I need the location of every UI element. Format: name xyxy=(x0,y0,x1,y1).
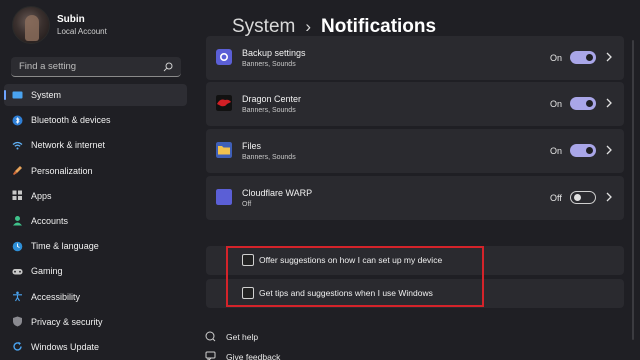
profile-name: Subin xyxy=(57,13,85,25)
sidebar-item-privacy-security[interactable]: Privacy & security xyxy=(4,311,187,333)
app-name: Backup settings xyxy=(242,48,306,58)
apps-icon xyxy=(12,190,22,201)
app-name: Dragon Center xyxy=(242,94,302,104)
app-subtitle: Banners, Sounds xyxy=(242,61,296,68)
update-icon xyxy=(13,342,22,351)
sidebar-item-apps[interactable]: Apps xyxy=(4,185,187,207)
app-notification-row[interactable]: Cloudflare WARP Off Off xyxy=(206,176,624,220)
avatar xyxy=(12,6,50,44)
sidebar: Subin Local Account System Bluetooth & d… xyxy=(0,0,196,360)
sidebar-item-gaming[interactable]: Gaming xyxy=(4,260,187,282)
sidebar-item-personalization[interactable]: Personalization xyxy=(4,160,187,182)
sidebar-item-bluetooth[interactable]: Bluetooth & devices xyxy=(4,109,187,131)
globe-clock-icon xyxy=(12,241,23,251)
page-title: Notifications xyxy=(321,16,437,37)
breadcrumb: System › Notifications xyxy=(232,16,436,38)
sidebar-item-label: System xyxy=(31,90,62,100)
notification-toggle[interactable] xyxy=(570,144,596,157)
chevron-right-icon[interactable] xyxy=(605,144,613,156)
search-icon[interactable] xyxy=(163,62,173,72)
app-subtitle: Banners, Sounds xyxy=(242,107,296,114)
app-notification-row[interactable]: Backup settings Banners, Sounds On xyxy=(206,36,624,80)
app-notification-row[interactable]: Files Banners, Sounds On xyxy=(206,129,624,173)
cloudflare-icon xyxy=(216,189,232,205)
suggestion-label: Offer suggestions on how I can set up my… xyxy=(259,255,443,265)
suggestion-row[interactable]: Get tips and suggestions when I use Wind… xyxy=(206,279,624,308)
dragon-icon xyxy=(216,95,232,111)
sidebar-item-windows-update[interactable]: Windows Update xyxy=(4,336,187,358)
search-input[interactable] xyxy=(19,61,163,72)
app-name: Cloudflare WARP xyxy=(242,188,313,198)
person-icon xyxy=(13,216,22,226)
sidebar-item-network[interactable]: Network & internet xyxy=(4,134,187,156)
sidebar-item-label: Gaming xyxy=(31,266,63,277)
notification-toggle[interactable] xyxy=(570,51,596,64)
search-box[interactable] xyxy=(11,57,181,77)
chevron-right-icon[interactable] xyxy=(605,97,613,109)
monitor-icon xyxy=(12,91,23,98)
sidebar-nav: System Bluetooth & devices Network & int… xyxy=(4,84,187,360)
scrollbar[interactable] xyxy=(632,40,634,340)
gear-icon xyxy=(216,49,232,65)
sidebar-item-label: Accounts xyxy=(31,215,69,226)
sidebar-item-time-language[interactable]: Time & language xyxy=(4,235,187,257)
sidebar-item-accounts[interactable]: Accounts xyxy=(4,210,187,232)
app-subtitle: Off xyxy=(242,201,252,208)
breadcrumb-separator: › xyxy=(305,17,312,36)
toggle-state-label: Off xyxy=(550,193,562,203)
sidebar-item-label: Windows Update xyxy=(31,341,100,352)
sidebar-item-label: Network & internet xyxy=(31,140,106,151)
tips-checkbox[interactable] xyxy=(242,287,254,299)
chevron-right-icon[interactable] xyxy=(605,191,613,203)
suggestion-label: Get tips and suggestions when I use Wind… xyxy=(259,288,433,298)
toggle-state-label: On xyxy=(550,146,563,156)
suggestions-setup-checkbox[interactable] xyxy=(242,254,254,266)
give-feedback-label: Give feedback xyxy=(226,351,281,360)
app-notification-row[interactable]: Dragon Center Banners, Sounds On xyxy=(206,82,624,126)
wifi-icon xyxy=(12,141,23,150)
app-name: Files xyxy=(242,141,262,151)
profile-account-type: Local Account xyxy=(57,26,107,36)
sidebar-item-label: Accessibility xyxy=(31,291,81,302)
toggle-state-label: On xyxy=(550,53,563,63)
sidebar-item-label: Bluetooth & devices xyxy=(31,115,111,126)
suggestions-section: Offer suggestions on how I can set up my… xyxy=(206,246,624,308)
sidebar-item-label: Privacy & security xyxy=(31,316,103,327)
breadcrumb-parent[interactable]: System xyxy=(232,16,295,38)
sidebar-item-label: Apps xyxy=(31,190,52,201)
shield-icon xyxy=(13,316,22,327)
notification-toggle[interactable] xyxy=(570,97,596,110)
sidebar-item-label: Time & language xyxy=(31,241,99,252)
folder-icon xyxy=(216,142,232,158)
sidebar-item-system[interactable]: System xyxy=(4,84,187,106)
toggle-state-label: On xyxy=(550,99,563,109)
get-help-label: Get help xyxy=(226,331,259,342)
gamepad-icon xyxy=(12,268,23,275)
give-feedback-link[interactable]: Give feedback xyxy=(205,351,280,360)
app-subtitle: Banners, Sounds xyxy=(242,154,296,161)
sidebar-item-label: Personalization xyxy=(31,165,93,176)
sidebar-item-accessibility[interactable]: Accessibility xyxy=(4,286,187,308)
feedback-icon xyxy=(205,351,216,360)
notification-toggle[interactable] xyxy=(570,191,596,204)
chevron-right-icon[interactable] xyxy=(605,51,613,63)
user-profile[interactable]: Subin Local Account xyxy=(12,6,107,44)
brush-icon xyxy=(13,166,22,176)
bluetooth-icon xyxy=(12,115,23,126)
accessibility-icon xyxy=(13,291,22,302)
suggestion-row[interactable]: Offer suggestions on how I can set up my… xyxy=(206,246,624,275)
help-icon xyxy=(205,331,216,342)
get-help-link[interactable]: Get help xyxy=(205,331,258,342)
